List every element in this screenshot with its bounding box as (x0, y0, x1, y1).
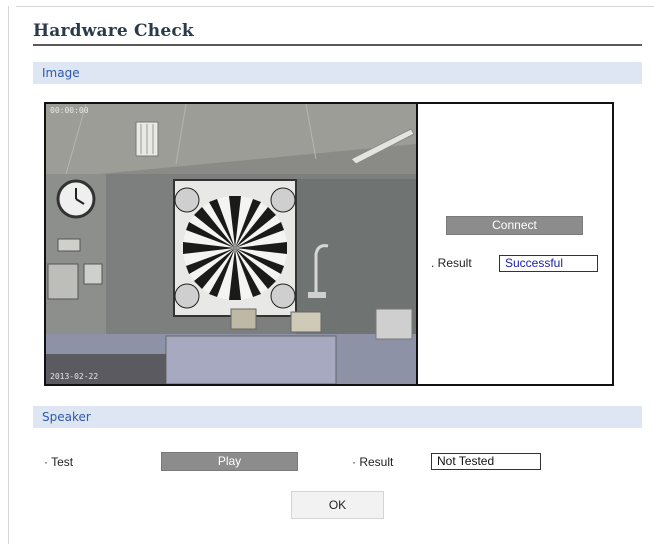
camera-date: 2013-02-22 (50, 372, 99, 381)
image-result-label: . Result (431, 256, 472, 270)
speaker-result-value: Not Tested (431, 453, 541, 470)
camera-preview: 00:00:00 2013-02-22 (46, 104, 418, 384)
speaker-section-header: Speaker (33, 406, 642, 428)
title-divider (33, 44, 642, 46)
ok-button[interactable]: OK (291, 491, 384, 519)
image-section-header: Image (33, 62, 642, 84)
image-result-value: Successful (499, 255, 598, 272)
play-button[interactable]: Play (161, 452, 298, 471)
speaker-test-label: · Test (44, 455, 74, 469)
frame-left-border (8, 6, 9, 544)
image-panel: 00:00:00 2013-02-22 Connect . Result Suc… (44, 102, 614, 386)
speaker-result-label: · Result (352, 455, 394, 469)
camera-timestamp: 00:00:00 (50, 106, 89, 115)
connect-button[interactable]: Connect (446, 216, 583, 235)
frame-top-border (16, 6, 654, 7)
page-title: Hardware Check (33, 21, 194, 41)
camera-image (46, 104, 416, 384)
